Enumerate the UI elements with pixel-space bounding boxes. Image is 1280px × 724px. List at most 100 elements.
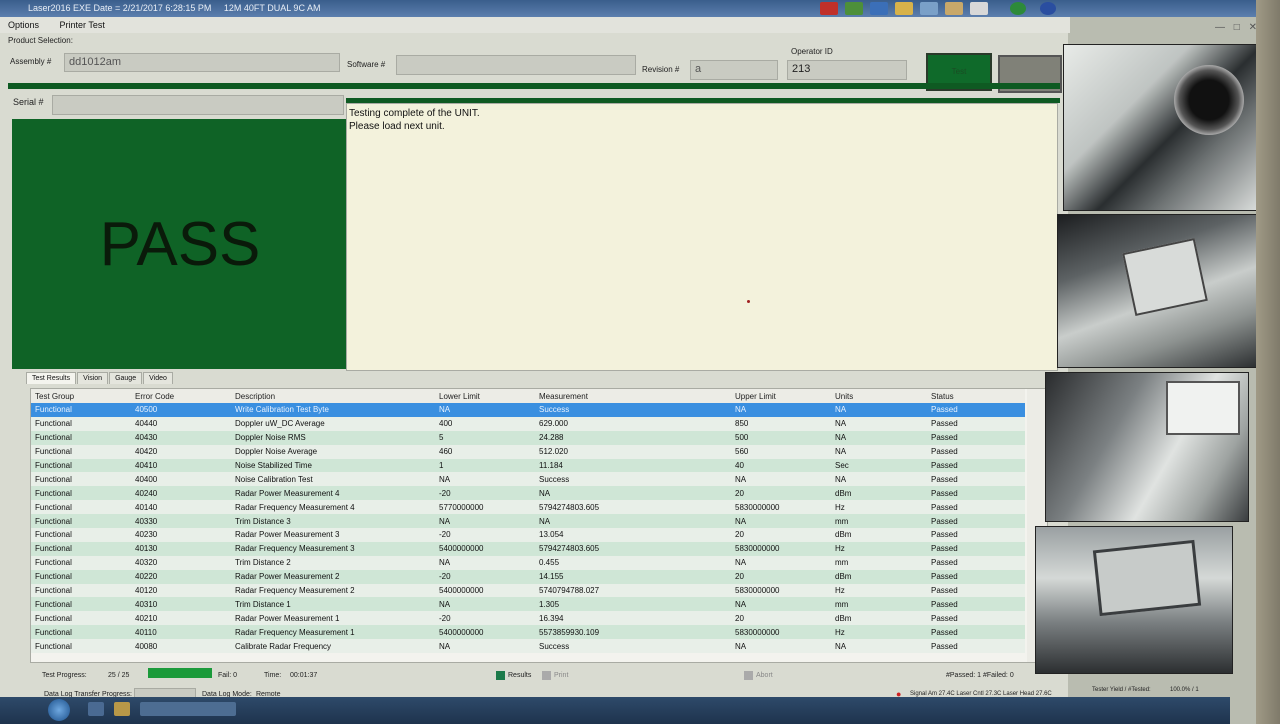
cell-measurement: 629.000 xyxy=(535,416,731,431)
table-row[interactable]: Functional 40230 Radar Power Measurement 3… xyxy=(31,528,1025,542)
minimize-icon[interactable]: — xyxy=(1215,22,1225,33)
serial-field[interactable] xyxy=(52,95,344,115)
table-row[interactable]: Functional 40110 Radar Frequency Measureme… xyxy=(31,625,1025,640)
col-measurement[interactable]: Measurement xyxy=(535,389,731,403)
camera-feed-2[interactable] xyxy=(1057,214,1259,368)
toolbar-icon[interactable] xyxy=(820,2,838,15)
passed-failed-count: #Passed: 1 #Failed: 0 xyxy=(946,672,1014,679)
results-button[interactable]: Results xyxy=(508,672,531,679)
cell-units: NA xyxy=(831,403,927,417)
main-window: Product Selection: Assembly # dd1012am S… xyxy=(0,33,1068,724)
table-row[interactable]: Functional 40320 Trim Distance 2 NA 0.455 NA m… xyxy=(31,555,1025,570)
toolbar-icon[interactable] xyxy=(845,2,863,15)
cell-error-code: 40110 xyxy=(131,625,231,640)
toolbar-icon[interactable] xyxy=(970,2,988,15)
cell-error-code: 40140 xyxy=(131,500,231,515)
cell-measurement: 11.184 xyxy=(535,458,731,473)
table-row[interactable]: Functional 40210 Radar Power Measurement 1… xyxy=(31,611,1025,626)
tab-video[interactable]: Video xyxy=(143,372,173,384)
taskbar-app-icon[interactable] xyxy=(140,702,236,716)
table-row[interactable]: Functional 40400 Noise Calibration Test NA S… xyxy=(31,472,1025,487)
cell-lower-limit: 5400000000 xyxy=(435,541,535,556)
cell-test-group: Functional xyxy=(31,472,131,487)
cell-test-group: Functional xyxy=(31,458,131,473)
cell-status: Passed xyxy=(927,555,1025,570)
camera-feed-4[interactable] xyxy=(1035,526,1233,674)
taskbar-folder-icon[interactable] xyxy=(114,702,130,716)
cell-error-code: 40230 xyxy=(131,528,231,542)
cell-measurement: NA xyxy=(535,514,731,529)
cell-units: NA xyxy=(831,472,927,487)
camera-feed-3[interactable] xyxy=(1045,372,1249,522)
print-button[interactable]: Print xyxy=(554,672,568,679)
camera-feed-1[interactable] xyxy=(1063,44,1261,211)
cell-error-code: 40500 xyxy=(131,403,231,417)
cell-lower-limit: -20 xyxy=(435,528,535,542)
tab-test-results[interactable]: Test Results xyxy=(26,372,77,384)
table-row[interactable]: Functional 40130 Radar Frequency Measureme… xyxy=(31,541,1025,556)
cell-status: Passed xyxy=(927,569,1025,584)
help-icon[interactable] xyxy=(1040,2,1056,15)
table-row[interactable]: Functional 40500 Write Calibration Test By… xyxy=(31,403,1025,417)
cell-description: Radar Power Measurement 3 xyxy=(231,528,435,542)
operator-id-field[interactable]: 213 xyxy=(787,60,907,80)
info-icon[interactable] xyxy=(1010,2,1026,15)
software-field[interactable] xyxy=(396,55,636,75)
toolbar-icon[interactable] xyxy=(945,2,963,15)
table-row[interactable]: Functional 40330 Trim Distance 3 NA NA NA mm Pa… xyxy=(31,514,1025,529)
taskbar-ie-icon[interactable] xyxy=(88,702,104,716)
camera-feed-1-detail xyxy=(1174,65,1244,135)
table-row[interactable]: Functional 40440 Doppler uW_DC Average 400 6… xyxy=(31,416,1025,431)
cell-measurement: 24.288 xyxy=(535,430,731,445)
tab-gauge[interactable]: Gauge xyxy=(109,372,143,384)
camera-feed-2-detail xyxy=(1122,238,1208,316)
cell-upper-limit: 5830000000 xyxy=(731,625,831,640)
col-status[interactable]: Status xyxy=(927,389,1025,403)
cell-status: Passed xyxy=(927,611,1025,626)
col-lower-limit[interactable]: Lower Limit xyxy=(435,389,535,403)
col-upper-limit[interactable]: Upper Limit xyxy=(731,389,831,403)
table-row[interactable]: Functional 40140 Radar Frequency Measureme… xyxy=(31,500,1025,515)
col-test-group[interactable]: Test Group xyxy=(31,389,131,403)
abort-button[interactable]: Abort xyxy=(756,672,773,679)
cell-units: mm xyxy=(831,514,927,529)
progress-label: Test Progress: xyxy=(42,672,87,679)
window-title: Laser2016 EXE Date = 2/21/2017 6:28:15 P… xyxy=(28,3,212,13)
toolbar-icon[interactable] xyxy=(895,2,913,15)
tab-vision[interactable]: Vision xyxy=(77,372,109,384)
cell-status: Passed xyxy=(927,514,1025,529)
message-line-2: Please load next unit. xyxy=(349,121,445,132)
table-row[interactable]: Functional 40240 Radar Power Measurement 4… xyxy=(31,486,1025,501)
assembly-field[interactable]: dd1012am xyxy=(64,53,340,72)
toolbar-icon[interactable] xyxy=(920,2,938,15)
cell-upper-limit: NA xyxy=(731,597,831,612)
cell-units: Hz xyxy=(831,625,927,640)
cell-lower-limit: NA xyxy=(435,639,535,654)
cell-lower-limit: NA xyxy=(435,472,535,487)
col-units[interactable]: Units xyxy=(831,389,927,403)
menu-printer-test[interactable]: Printer Test xyxy=(60,20,105,30)
table-row[interactable]: Functional 40430 Doppler Noise RMS 5 24.288 5… xyxy=(31,430,1025,445)
table-row[interactable]: Functional 40220 Radar Power Measurement 2… xyxy=(31,569,1025,584)
cell-description: Radar Power Measurement 4 xyxy=(231,486,435,501)
cell-test-group: Functional xyxy=(31,611,131,626)
table-row[interactable]: Functional 40120 Radar Frequency Measureme… xyxy=(31,583,1025,598)
cell-description: Radar Frequency Measurement 4 xyxy=(231,500,435,515)
table-row[interactable]: Functional 40420 Doppler Noise Average 460 5… xyxy=(31,444,1025,459)
maximize-icon[interactable]: □ xyxy=(1234,22,1240,33)
menu-bar: Options Printer Test xyxy=(0,17,1070,33)
table-row[interactable]: Functional 40080 Calibrate Radar Frequency… xyxy=(31,639,1025,654)
cell-upper-limit: NA xyxy=(731,514,831,529)
cell-description: Radar Frequency Measurement 3 xyxy=(231,541,435,556)
toolbar-icon[interactable] xyxy=(870,2,888,15)
revision-field[interactable]: a xyxy=(690,60,778,80)
status-strip xyxy=(8,83,1060,89)
cell-lower-limit: NA xyxy=(435,403,535,417)
col-description[interactable]: Description xyxy=(231,389,435,403)
table-row[interactable]: Functional 40410 Noise Stabilized Time 1 11.… xyxy=(31,458,1025,473)
table-row[interactable]: Functional 40310 Trim Distance 1 NA 1.305 NA m… xyxy=(31,597,1025,612)
cell-description: Radar Power Measurement 2 xyxy=(231,569,435,584)
start-button-icon[interactable] xyxy=(48,699,70,721)
col-error-code[interactable]: Error Code xyxy=(131,389,231,403)
menu-options[interactable]: Options xyxy=(8,20,39,30)
